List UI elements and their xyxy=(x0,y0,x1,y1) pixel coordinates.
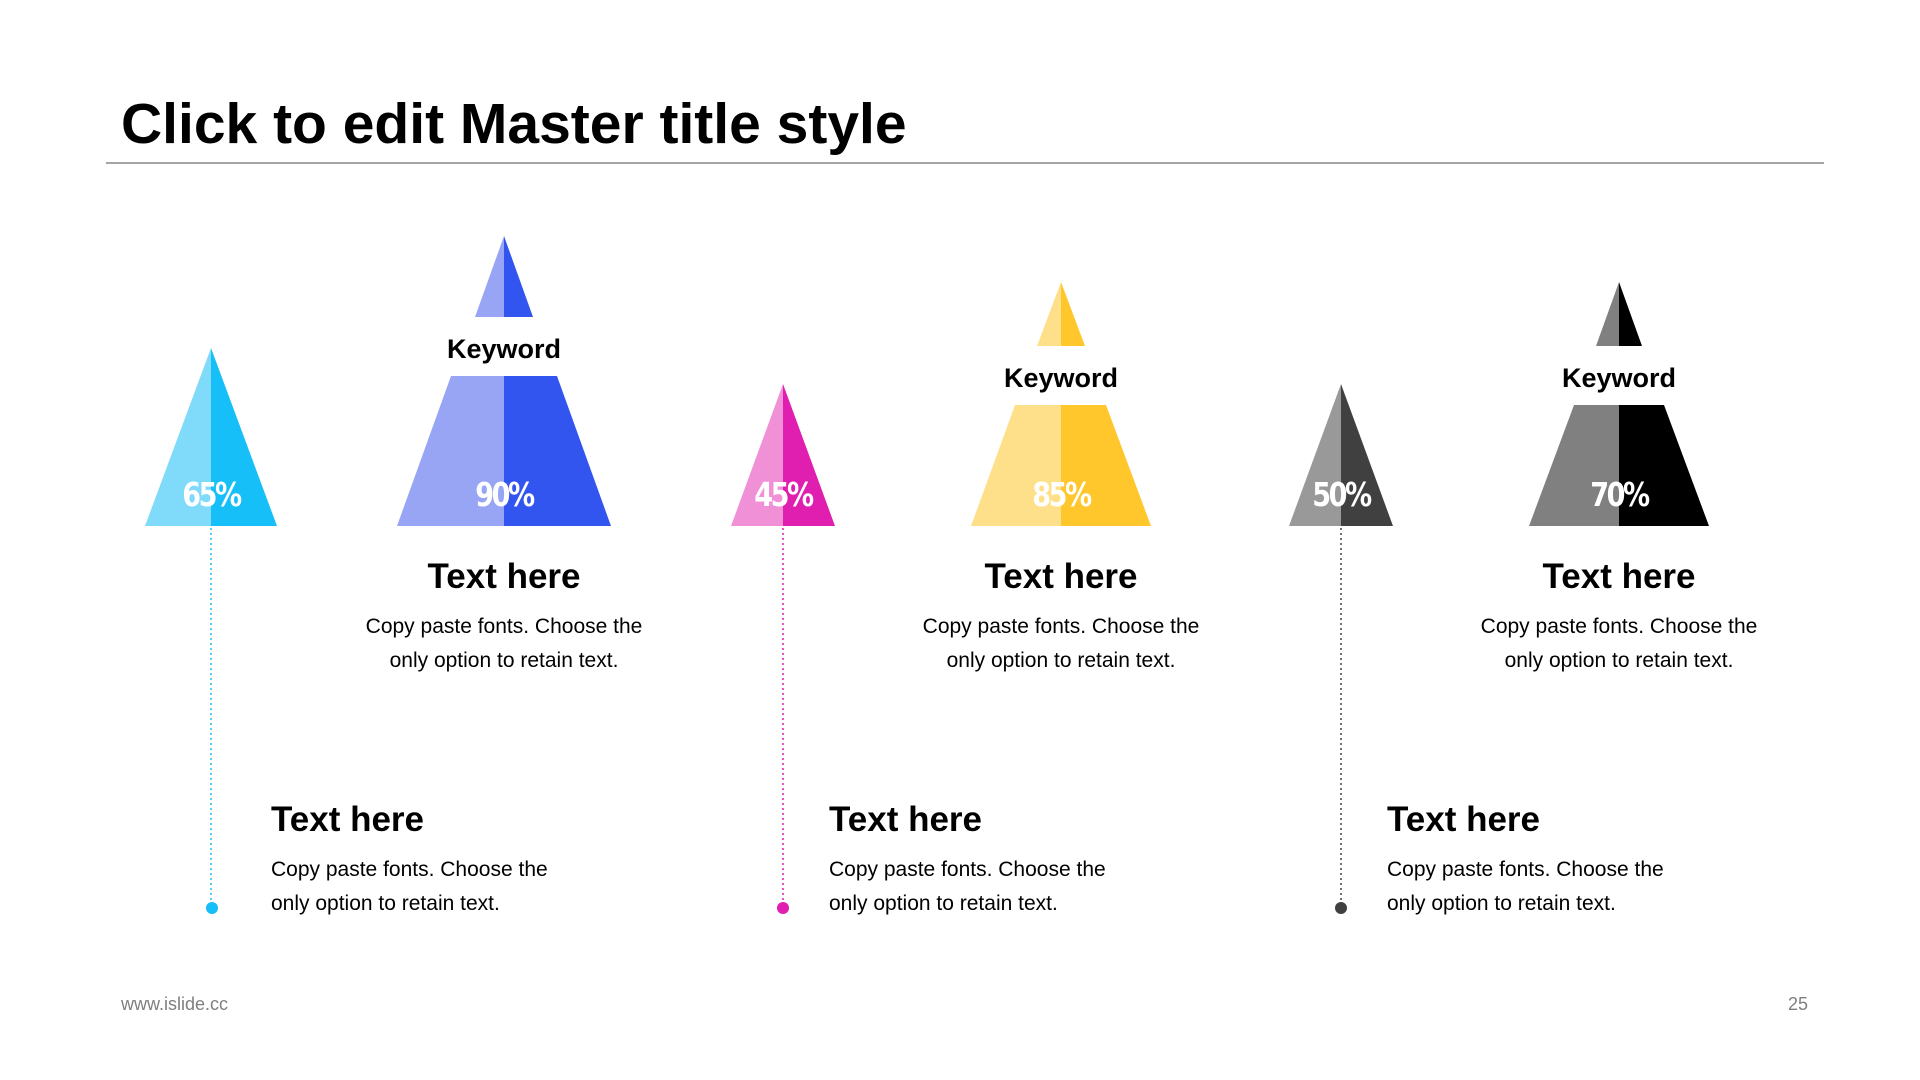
text-block-title[interactable]: Text here xyxy=(271,799,611,841)
text-block-title[interactable]: Text here xyxy=(1387,799,1727,841)
keyword-label[interactable]: Keyword xyxy=(1499,362,1739,394)
description-line: Copy paste fonts. Choose the xyxy=(1387,858,1664,881)
text-block-description[interactable]: Copy paste fonts. Choose the only option… xyxy=(334,610,674,678)
connector-dot-50 xyxy=(1335,902,1347,914)
text-block-title[interactable]: Text here xyxy=(891,556,1231,598)
page-number: 25 xyxy=(1787,994,1808,1014)
percent-label-45: 45% xyxy=(754,475,814,514)
description-line: only option to retain text. xyxy=(1504,649,1734,672)
text-block-description[interactable]: Copy paste fonts. Choose the only option… xyxy=(829,853,1169,921)
pyramid-70-top-right xyxy=(1619,282,1642,346)
keyword-label[interactable]: Keyword xyxy=(941,362,1181,394)
text-block-50: Text here Copy paste fonts. Choose the o… xyxy=(1387,799,1727,921)
text-block-85: Text here Copy paste fonts. Choose the o… xyxy=(891,556,1231,678)
description-line: Copy paste fonts. Choose the xyxy=(1480,615,1758,638)
text-block-title[interactable]: Text here xyxy=(334,556,674,598)
description-line: Copy paste fonts. Choose the xyxy=(365,615,643,638)
description-line: only option to retain text. xyxy=(946,649,1176,672)
connector-dot-65 xyxy=(206,902,218,914)
description-line: Copy paste fonts. Choose the xyxy=(271,858,548,881)
percent-label-85: 85% xyxy=(1032,475,1092,514)
description-line: only option to retain text. xyxy=(1387,892,1616,915)
pyramid-90-top-left xyxy=(475,236,504,317)
description-line: only option to retain text. xyxy=(389,649,619,672)
percent-label-70: 70% xyxy=(1590,475,1650,514)
text-block-90: Text here Copy paste fonts. Choose the o… xyxy=(334,556,674,678)
footer-url[interactable]: www.islide.cc xyxy=(121,994,228,1015)
keyword-label[interactable]: Keyword xyxy=(384,333,624,365)
text-block-description[interactable]: Copy paste fonts. Choose the only option… xyxy=(271,853,611,921)
text-block-description[interactable]: Copy paste fonts. Choose the only option… xyxy=(1387,853,1727,921)
description-line: Copy paste fonts. Choose the xyxy=(829,858,1106,881)
percent-label-65: 65% xyxy=(182,475,242,514)
percent-label-50: 50% xyxy=(1312,475,1372,514)
text-block-65: Text here Copy paste fonts. Choose the o… xyxy=(271,799,611,921)
text-block-description[interactable]: Copy paste fonts. Choose the only option… xyxy=(1449,610,1789,678)
pyramid-70-top-left xyxy=(1596,282,1619,346)
percent-label-90: 90% xyxy=(475,475,535,514)
text-block-70: Text here Copy paste fonts. Choose the o… xyxy=(1449,556,1789,678)
text-block-45: Text here Copy paste fonts. Choose the o… xyxy=(829,799,1169,921)
pyramid-85-top-right xyxy=(1061,282,1085,346)
text-block-title[interactable]: Text here xyxy=(1449,556,1789,598)
pyramid-85-top-left xyxy=(1037,282,1061,346)
connector-dot-45 xyxy=(777,902,789,914)
description-line: only option to retain text. xyxy=(829,892,1058,915)
description-line: Copy paste fonts. Choose the xyxy=(922,615,1200,638)
pyramid-90-top-right xyxy=(504,236,533,317)
slide: Click to edit Master title style 65% 90%… xyxy=(0,0,1920,1080)
text-block-title[interactable]: Text here xyxy=(829,799,1169,841)
description-line: only option to retain text. xyxy=(271,892,500,915)
text-block-description[interactable]: Copy paste fonts. Choose the only option… xyxy=(891,610,1231,678)
